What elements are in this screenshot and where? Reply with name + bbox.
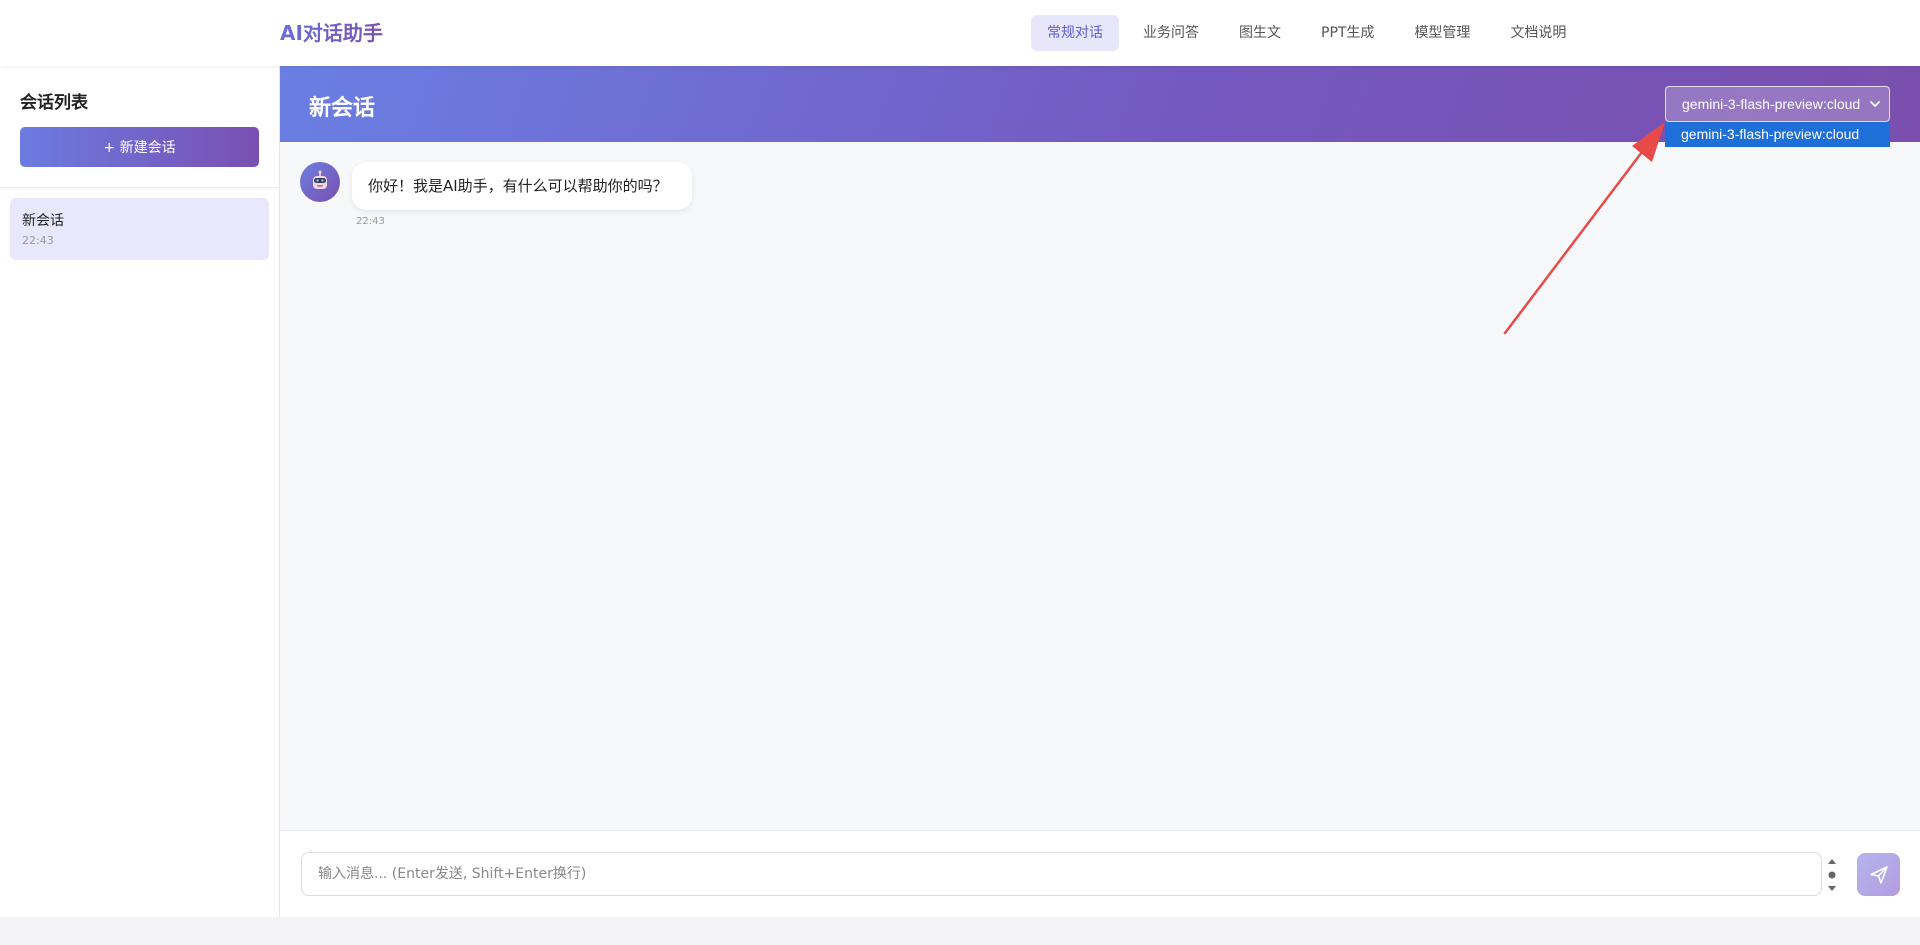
send-icon xyxy=(1869,865,1888,884)
top-nav: 常规对话 业务问答 图生文 PPT生成 模型管理 文档说明 xyxy=(1031,15,1582,51)
session-sidebar: 会话列表 + 新建会话 新会话 22:43 xyxy=(0,66,280,917)
nav-item-model-management[interactable]: 模型管理 xyxy=(1398,15,1486,51)
nav-item-chat[interactable]: 常规对话 xyxy=(1031,15,1119,51)
composer xyxy=(280,830,1920,917)
session-time: 22:43 xyxy=(22,234,54,247)
new-session-button[interactable]: + 新建会话 xyxy=(20,127,259,167)
model-select[interactable]: gemini-3-flash-preview:cloud xyxy=(1665,86,1890,122)
resize-spinner-icon[interactable] xyxy=(1826,856,1838,894)
assistant-message-bubble: 你好！我是AI助手，有什么可以帮助你的吗？ xyxy=(352,162,692,210)
page-footer-strip xyxy=(0,917,1920,945)
nav-item-docs[interactable]: 文档说明 xyxy=(1494,15,1582,51)
sidebar-title: 会话列表 xyxy=(20,93,88,113)
model-select-value: gemini-3-flash-preview:cloud xyxy=(1682,96,1861,112)
model-option[interactable]: gemini-3-flash-preview:cloud xyxy=(1681,126,1859,142)
chevron-down-icon xyxy=(1870,101,1880,107)
send-button[interactable] xyxy=(1857,853,1900,896)
app-brand[interactable]: AI对话助手 xyxy=(280,19,383,47)
message-input[interactable] xyxy=(301,852,1822,896)
model-dropdown-list: gemini-3-flash-preview:cloud xyxy=(1665,122,1890,147)
assistant-avatar xyxy=(300,162,340,202)
message-list: 你好！我是AI助手，有什么可以帮助你的吗？ 22:43 xyxy=(280,142,1920,830)
session-item[interactable]: 新会话 22:43 xyxy=(10,198,269,260)
nav-item-image-to-text[interactable]: 图生文 xyxy=(1223,15,1297,51)
chat-title: 新会话 xyxy=(309,96,376,121)
sidebar-divider xyxy=(0,187,280,188)
session-name: 新会话 xyxy=(22,213,64,229)
robot-icon xyxy=(313,170,327,189)
nav-item-ppt[interactable]: PPT生成 xyxy=(1305,15,1390,51)
message-timestamp: 22:43 xyxy=(356,216,385,227)
top-header: AI对话助手 常规对话 业务问答 图生文 PPT生成 模型管理 文档说明 xyxy=(0,0,1920,66)
nav-item-business-qa[interactable]: 业务问答 xyxy=(1127,15,1215,51)
